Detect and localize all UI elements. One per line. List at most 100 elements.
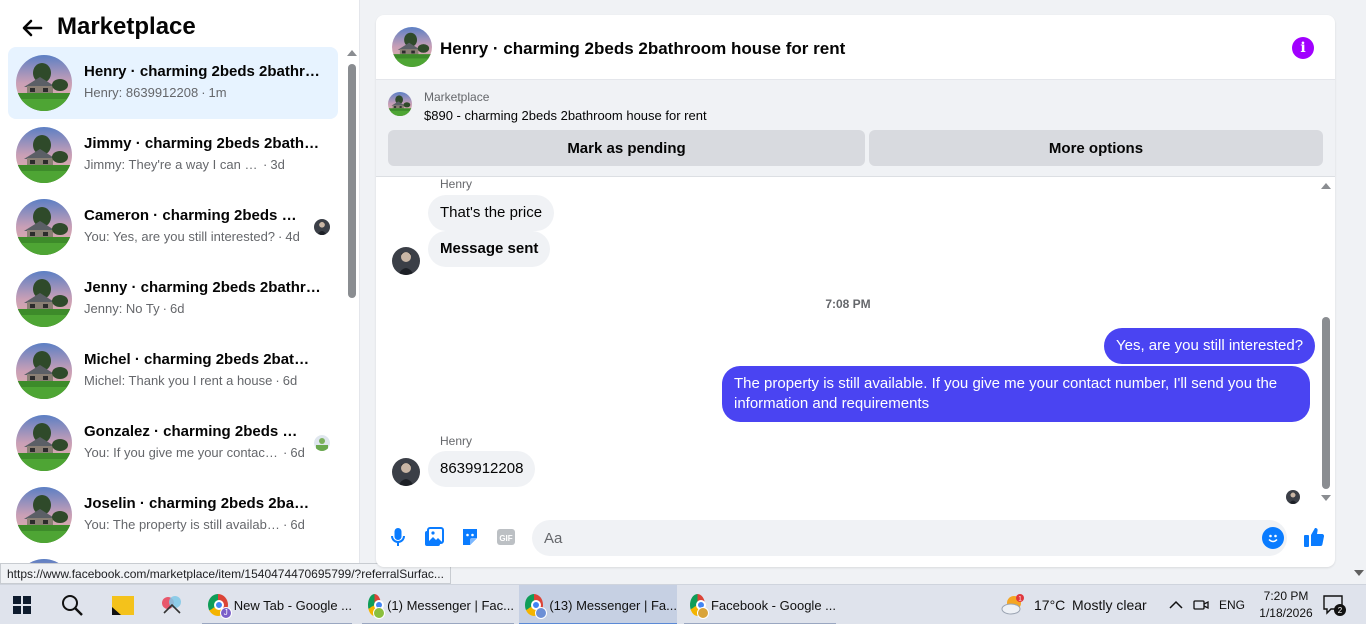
conversation-name: Joselin · charming 2beds 2bathroom house…	[84, 495, 312, 512]
back-arrow-icon[interactable]	[18, 14, 46, 42]
conversation-preview: Henry: 8639912208 · 1m	[84, 85, 227, 100]
info-icon[interactable]: i	[1292, 37, 1314, 59]
conversation-name: Cameron · charming 2beds 2bathroom house…	[84, 207, 302, 224]
chat-header: Henry · charming 2beds 2bathroom house f…	[376, 15, 1335, 80]
listing-avatar	[16, 127, 72, 183]
conversation-item[interactable]: Michel · charming 2beds 2bathroom house …	[8, 335, 338, 407]
conversation-item[interactable]: Henry · charming 2beds 2bathroom house f…	[8, 47, 338, 119]
listing-avatar	[16, 487, 72, 543]
taskbar-app-label: Facebook - Google ...	[710, 597, 836, 613]
conversation-time: 3d	[270, 157, 285, 172]
image-icon[interactable]	[423, 526, 445, 548]
incoming-message[interactable]: 8639912208	[428, 451, 536, 487]
conversation-preview: You: The property is still available. I.…	[84, 517, 305, 532]
taskbar-app-label: (13) Messenger | Fa...	[549, 597, 677, 613]
scrollbar-thumb[interactable]	[1322, 317, 1330, 489]
conversation-item[interactable]: Cameron · charming 2beds 2bathroom house…	[8, 191, 338, 263]
incoming-message[interactable]: That's the price	[428, 195, 555, 231]
incoming-message[interactable]: Message sent	[428, 231, 551, 267]
weather-icon[interactable]: 1	[1000, 585, 1026, 624]
message-thread: Henry That's the price Message sent 7:08…	[376, 177, 1335, 512]
conversation-item[interactable]: Joselin · charming 2beds 2bathroom house…	[8, 479, 338, 551]
mark-as-pending-button[interactable]: Mark as pending	[388, 130, 865, 166]
chrome-icon	[690, 594, 709, 619]
conversation-preview: Jimmy: They're a way I can take a l...·3…	[84, 157, 285, 172]
conversation-time: 6d	[290, 445, 305, 460]
conversation-preview: You: Yes, are you still interested? · 4d	[84, 229, 300, 244]
notification-icon[interactable]: 2	[1322, 593, 1346, 617]
scroll-up-icon[interactable]	[1321, 183, 1331, 189]
preview-text: Michel: Thank you I rent a house	[84, 373, 273, 388]
sender-avatar[interactable]	[392, 247, 420, 275]
language-indicator[interactable]: ENG	[1219, 585, 1245, 624]
weather-temp[interactable]: 17°C	[1034, 585, 1065, 624]
sender-avatar[interactable]	[392, 458, 420, 486]
conversation-item[interactable]: Gonzalez · charming 2beds 2bathroom hous…	[8, 407, 338, 479]
listing-avatar	[16, 415, 72, 471]
preview-text: You: If you give me your contact ...	[84, 445, 280, 460]
chevron-up-icon[interactable]	[1169, 585, 1183, 624]
preview-text: Jenny: No Ty	[84, 301, 160, 316]
outgoing-message[interactable]: The property is still available. If you …	[722, 366, 1310, 422]
sticker-icon[interactable]	[459, 526, 481, 548]
microphone-icon[interactable]	[387, 526, 409, 548]
windows-start-icon[interactable]	[12, 585, 32, 624]
taskbar-app-chrome[interactable]: (1) Messenger | Fac...	[362, 585, 514, 624]
marketplace-sidebar: Marketplace Henry · charming 2beds 2bath…	[0, 0, 360, 584]
taskbar-app-label: (1) Messenger | Fac...	[387, 597, 514, 613]
chat-panel: Henry · charming 2beds 2bathroom house f…	[376, 15, 1335, 567]
clock-time: 7:20 PM	[1263, 589, 1309, 603]
thumbs-up-icon[interactable]	[1302, 525, 1326, 549]
conversation-time: 6d	[290, 517, 305, 532]
system-clock[interactable]: 7:20 PM 1/18/2026	[1256, 588, 1316, 622]
sidebar-scrollbar[interactable]	[346, 50, 357, 570]
taskbar-app-chrome[interactable]: J New Tab - Google ...	[202, 585, 352, 624]
conversation-name: Gonzalez · charming 2beds 2bathroom hous…	[84, 423, 302, 440]
notification-count: 2	[1338, 606, 1343, 615]
conversation-time: 1m	[208, 85, 227, 100]
listing-banner: Marketplace $890 - charming 2beds 2bathr…	[376, 80, 1335, 177]
sidebar-header: Marketplace	[0, 0, 359, 48]
taskbar-app-chrome[interactable]: Facebook - Google ...	[684, 585, 836, 624]
emoji-icon[interactable]	[1262, 527, 1284, 549]
conversation-time: 4d	[285, 229, 300, 244]
listing-source: Marketplace	[424, 90, 490, 104]
conversation-item[interactable]: Jimmy · charming 2beds 2bathroom house f…	[8, 119, 338, 191]
chat-scrollbar[interactable]	[1320, 177, 1332, 507]
sticky-notes-icon[interactable]	[111, 585, 135, 624]
listing-thumbnail[interactable]	[388, 92, 412, 116]
windows-taskbar: J New Tab - Google ... (1) Messenger | F…	[0, 584, 1366, 624]
conversation-name: Michel · charming 2beds 2bathroom house …	[84, 351, 312, 368]
listing-avatar	[16, 199, 72, 255]
seen-avatar-icon	[314, 219, 330, 235]
meet-now-icon[interactable]	[1193, 585, 1209, 624]
conversation-time: 6d	[282, 373, 298, 388]
svg-text:GIF: GIF	[499, 534, 512, 543]
message-input[interactable]	[532, 520, 1287, 556]
taskbar-app-chrome-active[interactable]: (13) Messenger | Fa...	[519, 585, 677, 624]
scroll-down-icon[interactable]	[1321, 495, 1331, 501]
clock-date: 1/18/2026	[1259, 606, 1313, 620]
chat-title[interactable]: Henry · charming 2beds 2bathroom house f…	[440, 39, 845, 59]
sender-name: Henry	[440, 434, 473, 448]
snipping-tool-icon[interactable]	[160, 585, 184, 624]
conversation-time: 6d	[169, 301, 185, 316]
outgoing-message[interactable]: Yes, are you still interested?	[1104, 328, 1316, 364]
more-options-button[interactable]: More options	[869, 130, 1323, 166]
scrollbar-thumb[interactable]	[348, 64, 356, 298]
conversation-item[interactable]: Jenny · charming 2beds 2bathroom house f…	[8, 263, 338, 335]
preview-text: Jimmy: They're a way I can take a l...	[84, 157, 260, 172]
weather-desc[interactable]: Mostly clear	[1072, 585, 1147, 624]
scroll-up-icon[interactable]	[347, 50, 357, 56]
listing-title[interactable]: $890 - charming 2beds 2bathroom house fo…	[424, 108, 707, 123]
sidebar-title: Marketplace	[57, 13, 196, 40]
listing-avatar[interactable]	[392, 27, 432, 67]
preview-text: You: Yes, are you still interested?	[84, 229, 276, 244]
seen-avatar-icon	[314, 435, 330, 451]
listing-avatar	[16, 343, 72, 399]
gif-icon[interactable]: GIF	[495, 526, 517, 548]
search-icon[interactable]	[60, 585, 84, 624]
conversation-name: Jimmy · charming 2beds 2bathroom house f…	[84, 135, 322, 152]
preview-text: You: The property is still available. I.…	[84, 517, 280, 532]
page-scroll-down-icon[interactable]	[1354, 570, 1364, 576]
